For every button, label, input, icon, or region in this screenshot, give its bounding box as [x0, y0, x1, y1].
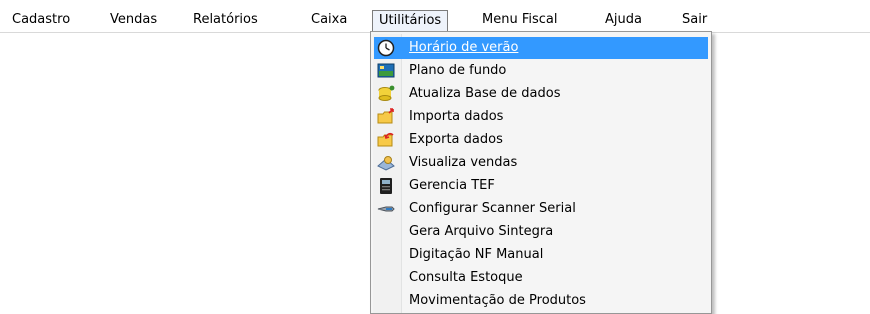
menu-item-label: Digitação NF Manual [409, 247, 544, 262]
menu-bar: Cadastro Vendas Relatórios Caixa Utilitá… [0, 0, 870, 33]
clock-icon [377, 39, 395, 57]
barcode-scanner-icon [377, 206, 395, 212]
menu-item-label: Consulta Estoque [409, 270, 523, 285]
utilitarios-dropdown: Horário de verão Plano de fundo Atualiza… [370, 31, 712, 314]
menu-item-importa-dados[interactable]: Importa dados [374, 106, 708, 128]
menu-sair[interactable]: Sair [682, 10, 707, 30]
menu-item-gera-sintegra[interactable]: Gera Arquivo Sintegra [374, 221, 708, 243]
menu-item-label: Exporta dados [409, 132, 503, 147]
menu-item-atualiza-base[interactable]: Atualiza Base de dados [374, 83, 708, 105]
menu-item-label: Movimentação de Produtos [409, 293, 586, 308]
menu-utilitarios[interactable]: Utilitários [372, 10, 449, 31]
wallpaper-icon [377, 63, 395, 78]
menu-item-label: Plano de fundo [409, 63, 507, 78]
menu-item-plano-fundo[interactable]: Plano de fundo [374, 60, 708, 82]
database-update-icon [378, 85, 395, 101]
menu-item-exporta-dados[interactable]: Exporta dados [374, 129, 708, 151]
menu-item-label: Gerencia TEF [409, 178, 495, 193]
menu-item-label: Atualiza Base de dados [409, 86, 561, 101]
menu-cadastro[interactable]: Cadastro [12, 10, 70, 30]
menu-item-label: Configurar Scanner Serial [409, 201, 576, 216]
menu-caixa[interactable]: Caixa [311, 10, 347, 30]
menu-vendas[interactable]: Vendas [110, 10, 157, 30]
menu-item-digitacao-nf[interactable]: Digitação NF Manual [374, 244, 708, 266]
menu-item-label: Visualiza vendas [409, 155, 518, 170]
menu-item-configurar-scanner[interactable]: Configurar Scanner Serial [374, 198, 708, 220]
folder-import-icon [377, 108, 394, 124]
menu-item-consulta-estoque[interactable]: Consulta Estoque [374, 267, 708, 289]
menu-item-label: Importa dados [409, 109, 504, 124]
menu-item-visualiza-vendas[interactable]: Visualiza vendas [374, 152, 708, 174]
menu-item-label: Horário de verão [409, 40, 519, 55]
sales-view-icon [377, 156, 395, 171]
tef-terminal-icon [380, 178, 392, 194]
menu-ajuda[interactable]: Ajuda [605, 10, 642, 30]
menu-relatorios[interactable]: Relatórios [193, 10, 258, 30]
menu-fiscal[interactable]: Menu Fiscal [482, 10, 557, 30]
menu-item-gerencia-tef[interactable]: Gerencia TEF [374, 175, 708, 197]
menu-item-horario-verao[interactable]: Horário de verão [374, 37, 708, 59]
menu-item-label: Gera Arquivo Sintegra [409, 224, 554, 239]
menu-item-movimentacao-produtos[interactable]: Movimentação de Produtos [374, 290, 708, 312]
folder-export-icon [377, 132, 394, 147]
